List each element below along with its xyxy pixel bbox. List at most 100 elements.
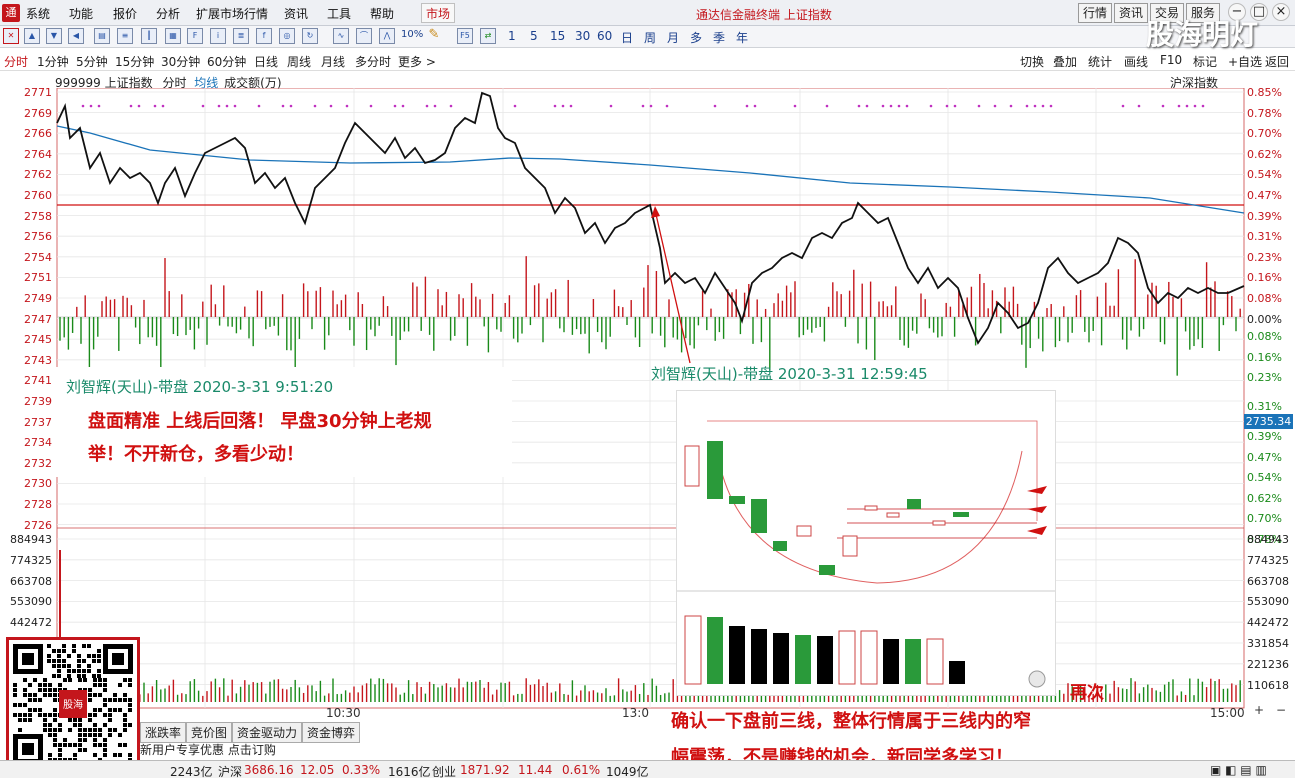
period-bar: 分时 1分钟 5分钟 15分钟 30分钟 60分钟 日线 周线 月线 多分时 更… bbox=[0, 49, 1295, 71]
period-tab-30min[interactable]: 30分钟 bbox=[161, 53, 200, 70]
period-tab-day[interactable]: 日线 bbox=[254, 53, 278, 70]
market-tab[interactable]: 市场 bbox=[421, 3, 456, 23]
info-button[interactable]: 资讯 bbox=[1114, 3, 1149, 23]
menu-info[interactable]: 资讯 bbox=[284, 5, 308, 22]
right-percent-tick: 0.00% bbox=[1247, 312, 1282, 326]
mark-button[interactable]: 标记 bbox=[1193, 53, 1217, 70]
quote-button[interactable]: 行情 bbox=[1078, 3, 1113, 23]
left-price-tick: 2743 bbox=[24, 353, 52, 367]
signal-dot bbox=[905, 104, 909, 108]
note-second-more: 再次 bbox=[1070, 683, 1104, 703]
signal-dot bbox=[369, 104, 373, 108]
analysis-icon[interactable]: ◎ bbox=[279, 28, 295, 44]
tab-rise-fall-rate[interactable]: 涨跌率 bbox=[140, 722, 187, 743]
fx-icon[interactable]: f bbox=[256, 28, 272, 44]
chart-icon[interactable]: ∿ bbox=[333, 28, 349, 44]
period-year[interactable]: 年 bbox=[736, 29, 748, 46]
period-5[interactable]: 5 bbox=[530, 29, 538, 43]
right-volume-tick: 663708 bbox=[1247, 574, 1289, 588]
up-arrow-icon[interactable]: ▲ bbox=[24, 28, 40, 44]
right-volume-tick: 442472 bbox=[1247, 616, 1289, 630]
draw-button[interactable]: 画线 bbox=[1124, 53, 1148, 70]
return-button[interactable]: 返回 bbox=[1265, 53, 1289, 70]
toolbar: ✕ ▲ ▼ ◀ ▤ ≡ ┃ ▦ F i ≣ f ◎ ↻ ∿ ⌒ ⋀ 10% ✎ … bbox=[0, 26, 1295, 48]
signal-dot bbox=[89, 104, 93, 108]
info-icon[interactable]: i bbox=[210, 28, 226, 44]
stats-button[interactable]: 统计 bbox=[1088, 53, 1112, 70]
down-arrow-icon[interactable]: ▼ bbox=[46, 28, 62, 44]
right-percent-tick: 0.62% bbox=[1247, 147, 1282, 161]
table-icon[interactable]: ▤ bbox=[94, 28, 110, 44]
list-icon[interactable]: ≡ bbox=[117, 28, 133, 44]
f10-icon[interactable]: F bbox=[187, 28, 203, 44]
period-30[interactable]: 30 bbox=[575, 29, 590, 43]
sync-icon[interactable]: ⇄ bbox=[480, 28, 496, 44]
refresh-icon[interactable]: ↻ bbox=[302, 28, 318, 44]
left-price-tick: 2769 bbox=[24, 106, 52, 120]
period-tab-60min[interactable]: 60分钟 bbox=[207, 53, 246, 70]
right-percent-tick: 0.85% bbox=[1247, 86, 1282, 99]
period-month[interactable]: 月 bbox=[667, 29, 679, 46]
period-tab-1min[interactable]: 1分钟 bbox=[37, 53, 69, 70]
period-tab-15min[interactable]: 15分钟 bbox=[115, 53, 154, 70]
overlay-button[interactable]: 叠加 bbox=[1053, 53, 1077, 70]
app-logo: 通 bbox=[2, 4, 20, 22]
report-icon[interactable]: ▦ bbox=[165, 28, 181, 44]
tab-auction-chart[interactable]: 竞价图 bbox=[186, 722, 233, 743]
back-icon[interactable]: ◀ bbox=[68, 28, 84, 44]
price-line bbox=[56, 91, 1245, 345]
menu-analysis[interactable]: 分析 bbox=[156, 5, 180, 22]
right-volume-tick: 331854 bbox=[1247, 637, 1289, 650]
tab-fund-game[interactable]: 资金博弈 bbox=[302, 722, 361, 743]
menu-help[interactable]: 帮助 bbox=[370, 5, 394, 22]
period-multi[interactable]: 多 bbox=[690, 29, 702, 46]
f10-button[interactable]: F10 bbox=[1160, 53, 1182, 67]
embedded-kline-screenshot bbox=[676, 390, 1056, 696]
area-chart-icon[interactable]: ⌒ bbox=[356, 28, 372, 44]
right-percent-tick: 0.23% bbox=[1247, 371, 1282, 385]
annotation-arrow bbox=[654, 209, 691, 364]
close-icon[interactable]: ✕ bbox=[3, 28, 19, 44]
percent-label[interactable]: 10% bbox=[401, 29, 423, 40]
f5-icon[interactable]: F5 bbox=[457, 28, 473, 44]
sh-amount: 2243亿 bbox=[170, 765, 213, 779]
promo-link[interactable]: 新用户专享优惠 点击订购 bbox=[140, 741, 276, 758]
signal-dot bbox=[345, 104, 349, 108]
formula-icon[interactable]: ≣ bbox=[233, 28, 249, 44]
switch-button[interactable]: 切换 bbox=[1020, 53, 1044, 70]
period-60[interactable]: 60 bbox=[597, 29, 612, 43]
cy-index: 1871.92 bbox=[460, 763, 510, 777]
tab-fund-driver[interactable]: 资金驱动力 bbox=[232, 722, 303, 743]
signal-dot bbox=[1025, 104, 1029, 108]
period-1[interactable]: 1 bbox=[508, 29, 516, 43]
signal-dot bbox=[1185, 104, 1189, 108]
right-percent-tick: 0.31% bbox=[1247, 400, 1282, 413]
menu-tools[interactable]: 工具 bbox=[327, 5, 351, 22]
left-volume-tick: 663708 bbox=[10, 574, 52, 588]
period-tab-multi[interactable]: 多分时 bbox=[355, 53, 391, 70]
kline-icon[interactable]: ┃ bbox=[141, 28, 157, 44]
signal-dot bbox=[609, 104, 613, 108]
period-tab-week[interactable]: 周线 bbox=[287, 53, 311, 70]
add-favorite-button[interactable]: +自选 bbox=[1228, 53, 1262, 70]
line-chart-icon[interactable]: ⋀ bbox=[379, 28, 395, 44]
pencil-icon[interactable]: ✎ bbox=[426, 28, 442, 44]
menu-extended-market[interactable]: 扩展市场行情 bbox=[196, 5, 268, 22]
period-tab-month[interactable]: 月线 bbox=[321, 53, 345, 70]
period-tab-more[interactable]: 更多 > bbox=[398, 53, 436, 70]
period-day[interactable]: 日 bbox=[621, 29, 633, 46]
time-label-1300: 13:0 bbox=[622, 706, 649, 720]
period-15[interactable]: 15 bbox=[550, 29, 565, 43]
period-season[interactable]: 季 bbox=[713, 29, 725, 46]
menu-function[interactable]: 功能 bbox=[69, 5, 93, 22]
menu-system[interactable]: 系统 bbox=[26, 5, 50, 22]
right-percent-tick: 0.47% bbox=[1247, 450, 1282, 464]
period-week[interactable]: 周 bbox=[644, 29, 656, 46]
menu-quote[interactable]: 报价 bbox=[113, 5, 137, 22]
period-tab-5min[interactable]: 5分钟 bbox=[76, 53, 108, 70]
signal-dot bbox=[329, 104, 333, 108]
right-percent-tick: 0.39% bbox=[1247, 430, 1282, 443]
close-icon[interactable]: × bbox=[1272, 3, 1290, 21]
period-tab-intraday[interactable]: 分时 bbox=[4, 53, 28, 70]
signal-dot bbox=[257, 104, 261, 108]
